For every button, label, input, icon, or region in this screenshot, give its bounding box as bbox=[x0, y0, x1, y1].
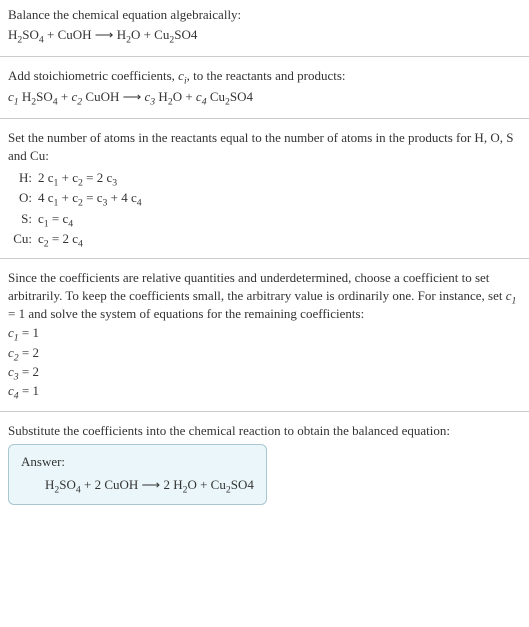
eq-part: CuOH bbox=[82, 89, 122, 104]
atom-label-cu: Cu: bbox=[8, 230, 38, 248]
eq-part: O + bbox=[173, 89, 196, 104]
coeff-row: c4 = 1 bbox=[8, 382, 521, 400]
v: = 1 bbox=[19, 325, 39, 340]
arrow-icon: ⟶ bbox=[123, 89, 145, 104]
t: + c bbox=[58, 190, 78, 205]
eq-part: SO4 bbox=[230, 89, 253, 104]
t: + c bbox=[58, 170, 78, 185]
answer-equation: H2SO4 + 2 CuOH ⟶ 2 H2O + Cu2SO4 bbox=[21, 476, 254, 494]
section-intro: Balance the chemical equation algebraica… bbox=[0, 0, 529, 56]
v: = 2 bbox=[19, 345, 39, 360]
eq-part: H bbox=[19, 89, 32, 104]
c1-var: c1 bbox=[506, 288, 517, 303]
eq-part: 2 H bbox=[160, 477, 182, 492]
c: c1 bbox=[8, 325, 19, 340]
t: 4 c bbox=[38, 190, 54, 205]
eq-part: SO bbox=[22, 27, 39, 42]
eq-part: SO bbox=[59, 477, 76, 492]
arrow-icon: ⟶ bbox=[95, 27, 114, 42]
t: = 2 c bbox=[49, 231, 78, 246]
eq-part: SO bbox=[36, 89, 53, 104]
atoms-intro: Set the number of atoms in the reactants… bbox=[8, 129, 521, 165]
text-part: Since the coefficients are relative quan… bbox=[8, 270, 506, 303]
eq-part: + 2 CuOH bbox=[81, 477, 142, 492]
atom-label-o: O: bbox=[8, 189, 38, 207]
answer-box: Answer: H2SO4 + 2 CuOH ⟶ 2 H2O + Cu2SO4 bbox=[8, 444, 267, 504]
eq-part: H bbox=[155, 89, 168, 104]
t: = c bbox=[83, 190, 103, 205]
coeff: c1 bbox=[8, 89, 19, 104]
coeff-list: c1 = 1 c2 = 2 c3 = 2 c4 = 1 bbox=[8, 324, 521, 400]
c: c4 bbox=[8, 383, 19, 398]
eq-part: O + Cu bbox=[187, 477, 225, 492]
coeff-row: c2 = 2 bbox=[8, 344, 521, 362]
section-atoms: Set the number of atoms in the reactants… bbox=[0, 118, 529, 258]
t: 2 c bbox=[38, 170, 54, 185]
section-final: Substitute the coefficients into the che… bbox=[0, 411, 529, 515]
text-part: Add stoichiometric coefficients, bbox=[8, 68, 178, 83]
eq-part: O + Cu bbox=[131, 27, 169, 42]
atom-eq-s: c1 = c4 bbox=[38, 210, 521, 228]
t: = 2 c bbox=[83, 170, 112, 185]
eq-part: SO4 bbox=[231, 477, 254, 492]
final-intro: Substitute the coefficients into the che… bbox=[8, 422, 521, 440]
t: + 4 c bbox=[107, 190, 136, 205]
s: 4 bbox=[78, 238, 83, 249]
eq-part: H bbox=[8, 27, 17, 42]
stoich-text: Add stoichiometric coefficients, ci, to … bbox=[8, 67, 521, 85]
c: c2 bbox=[8, 345, 19, 360]
ci-var: ci bbox=[178, 68, 187, 83]
solve-text: Since the coefficients are relative quan… bbox=[8, 269, 521, 324]
intro-text: Balance the chemical equation algebraica… bbox=[8, 6, 521, 24]
eq-part: H bbox=[113, 27, 126, 42]
answer-label: Answer: bbox=[21, 453, 254, 471]
atom-eq-o: 4 c1 + c2 = c3 + 4 c4 bbox=[38, 189, 521, 207]
atom-eq-h: 2 c1 + c2 = 2 c3 bbox=[38, 169, 521, 187]
coeff: c4 bbox=[196, 89, 207, 104]
section-stoich: Add stoichiometric coefficients, ci, to … bbox=[0, 56, 529, 117]
intro-equation: H2SO4 + CuOH ⟶ H2O + Cu2SO4 bbox=[8, 26, 521, 44]
stoich-equation: c1 H2SO4 + c2 CuOH ⟶ c3 H2O + c4 Cu2SO4 bbox=[8, 88, 521, 106]
eq-part: SO4 bbox=[174, 27, 197, 42]
eq-part: + CuOH bbox=[44, 27, 95, 42]
eq-part: H bbox=[45, 477, 54, 492]
s: 4 bbox=[137, 198, 142, 209]
s: 4 bbox=[68, 218, 73, 229]
arrow-icon: ⟶ bbox=[142, 477, 161, 492]
cs: 1 bbox=[512, 296, 517, 307]
v: = 1 bbox=[19, 383, 39, 398]
eq-part: Cu bbox=[207, 89, 225, 104]
atom-eq-cu: c2 = 2 c4 bbox=[38, 230, 521, 248]
atom-label-h: H: bbox=[8, 169, 38, 187]
t: = c bbox=[49, 211, 69, 226]
atom-label-s: S: bbox=[8, 210, 38, 228]
atom-equations: H: 2 c1 + c2 = 2 c3 O: 4 c1 + c2 = c3 + … bbox=[8, 169, 521, 248]
c: c3 bbox=[8, 364, 19, 379]
coeff: c3 bbox=[145, 89, 156, 104]
eq-part: + bbox=[58, 89, 72, 104]
s: 3 bbox=[112, 178, 117, 189]
text-part: , to the reactants and products: bbox=[187, 68, 346, 83]
coeff-row: c3 = 2 bbox=[8, 363, 521, 381]
section-solve: Since the coefficients are relative quan… bbox=[0, 258, 529, 411]
coeff-row: c1 = 1 bbox=[8, 324, 521, 342]
coeff: c2 bbox=[72, 89, 83, 104]
v: = 2 bbox=[19, 364, 39, 379]
text-part: = 1 and solve the system of equations fo… bbox=[8, 306, 364, 321]
